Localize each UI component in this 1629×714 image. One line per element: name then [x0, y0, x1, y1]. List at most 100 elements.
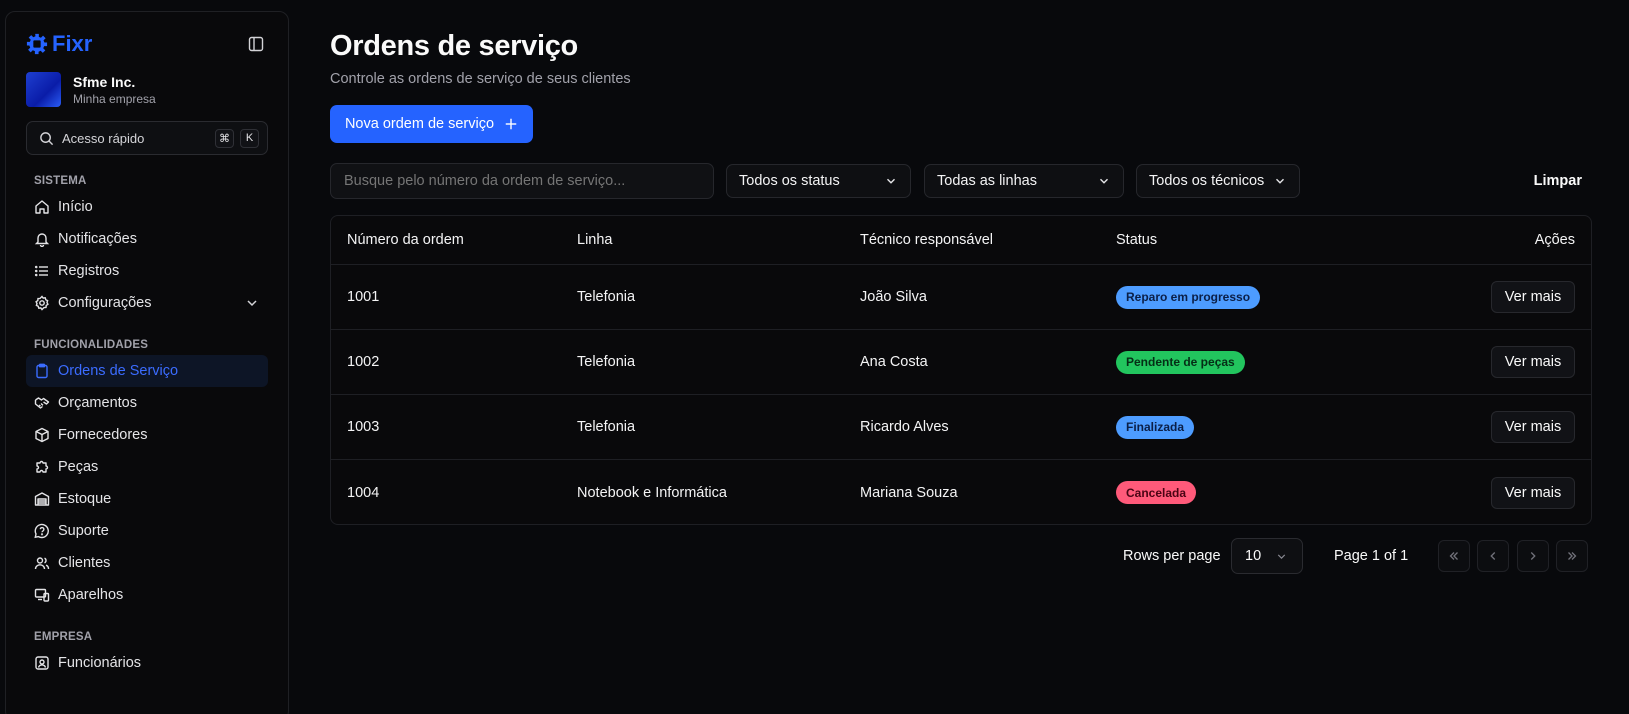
pagination: Rows per page 10 Page 1 of 1	[330, 538, 1592, 574]
brand-name: Fixr	[52, 31, 93, 56]
status-cell: Pendente de peças	[1116, 330, 1245, 394]
sidebar-item-configuracoes[interactable]: Configurações	[26, 287, 268, 319]
help-circle-icon	[34, 523, 49, 539]
shortcut-key-k: K	[240, 128, 259, 148]
column-header-technician[interactable]: Técnico responsável	[860, 216, 993, 264]
handshake-icon	[34, 397, 50, 409]
clear-filters-button[interactable]: Limpar	[1534, 163, 1582, 199]
previous-page-button[interactable]	[1477, 540, 1509, 572]
section-title-funcionalidades: Funcionalidades	[34, 339, 149, 351]
sidebar-item-fornecedores[interactable]: Fornecedores	[26, 419, 268, 451]
home-icon	[35, 200, 49, 214]
shortcut-key-cmd: ⌘	[215, 128, 234, 148]
view-more-button[interactable]: Ver mais	[1491, 476, 1575, 509]
sidebar-item-label: Estoque	[58, 491, 112, 507]
rows-per-page-select[interactable]: 10	[1231, 538, 1303, 574]
line-cell: Telefonia	[577, 419, 636, 435]
contact-icon	[35, 656, 49, 670]
company-avatar	[26, 72, 61, 107]
sidebar-item-label: Peças	[58, 459, 99, 475]
actions-cell: Ver mais	[1491, 265, 1575, 329]
orders-table: Número da ordem Linha Técnico responsáve…	[330, 215, 1592, 525]
page-indicator: Page 1 of 1	[1334, 548, 1409, 564]
sidebar-item-label: Início	[58, 199, 93, 215]
sidebar-item-notificacoes[interactable]: Notificações	[26, 223, 268, 255]
chevrons-right-icon	[1568, 552, 1577, 560]
quick-access-label: Acesso rápido	[62, 130, 145, 146]
sidebar-item-orcamentos[interactable]: Orçamentos	[26, 387, 268, 419]
table-row: 1001 Telefonia João Silva Reparo em progres…	[331, 265, 1591, 330]
column-header-line[interactable]: Linha	[577, 216, 612, 264]
users-icon	[34, 557, 50, 570]
order-number-cell: 1001	[347, 289, 380, 305]
sidebar-item-funcionarios[interactable]: Funcionários	[26, 647, 268, 679]
devices-icon	[34, 588, 50, 602]
sidebar-item-label: Orçamentos	[58, 395, 137, 411]
brand-logo[interactable]: Fixr	[26, 31, 92, 57]
line-cell: Telefonia	[577, 289, 636, 305]
filters-bar: Todos os status Todas as linhas Todos os…	[330, 163, 1592, 199]
puzzle-icon	[36, 460, 49, 473]
technician-filter-value: Todos os técnicos	[1149, 173, 1265, 189]
company-switcher[interactable]: Sfme Inc. Minha empresa	[26, 72, 268, 107]
chevron-down-icon	[887, 178, 895, 184]
sidebar-item-inicio[interactable]: Início	[26, 191, 268, 223]
column-header-actions: Ações	[1534, 232, 1575, 248]
status-filter-select[interactable]: Todos os status	[726, 164, 911, 198]
sidebar-item-label: Aparelhos	[58, 587, 124, 603]
sidebar-item-pecas[interactable]: Peças	[26, 451, 268, 483]
list-icon	[34, 265, 48, 277]
section-title-empresa: Empresa	[34, 631, 93, 643]
clipboard-icon	[36, 363, 48, 379]
order-number-cell: 1002	[347, 354, 380, 370]
gear-icon	[35, 295, 49, 311]
sidebar-item-registros[interactable]: Registros	[26, 255, 268, 287]
technician-cell: Mariana Souza	[860, 484, 958, 501]
plus-icon	[505, 118, 517, 130]
view-more-button[interactable]: Ver mais	[1491, 346, 1575, 378]
sidebar-item-label: Fornecedores	[58, 427, 148, 443]
status-badge: Cancelada	[1116, 481, 1197, 504]
line-filter-select[interactable]: Todas as linhas	[924, 164, 1124, 198]
sidebar-item-clientes[interactable]: Clientes	[26, 547, 268, 579]
actions-cell: Ver mais	[1491, 395, 1575, 459]
sidebar-item-estoque[interactable]: Estoque	[26, 483, 268, 515]
new-order-button[interactable]: Nova ordem de serviço	[330, 105, 533, 143]
last-page-button[interactable]	[1556, 540, 1588, 572]
sidebar-item-label: Funcionários	[58, 655, 142, 671]
bell-icon	[34, 233, 50, 247]
technician-filter-select[interactable]: Todos os técnicos	[1136, 164, 1300, 198]
status-cell: Reparo em progresso	[1116, 265, 1261, 329]
sidebar-item-suporte[interactable]: Suporte	[26, 515, 268, 547]
sidebar-toggle-button[interactable]	[246, 34, 266, 54]
sidebar-item-ordens-de-servico[interactable]: Ordens de Serviço	[26, 355, 268, 387]
column-header-number[interactable]: Número da ordem	[347, 216, 464, 264]
first-page-button[interactable]	[1438, 540, 1470, 572]
column-header-status[interactable]: Status	[1116, 216, 1157, 264]
view-more-button[interactable]: Ver mais	[1491, 281, 1575, 313]
table-row: 1003 Telefonia Ricardo Alves Finalizada Ver …	[331, 395, 1591, 460]
sidebar: Fixr Sfme Inc. Minha empresa Acesso rápi…	[5, 11, 289, 714]
quick-access-button[interactable]: Acesso rápido ⌘ K	[26, 121, 268, 155]
search-input[interactable]	[330, 163, 714, 199]
technician-cell: Ana Costa	[860, 354, 928, 370]
panel-left-icon	[248, 36, 264, 52]
table-row: 1004 Notebook e Informática Mariana Souza C…	[331, 460, 1591, 524]
sidebar-item-label: Clientes	[58, 555, 111, 571]
order-number-cell: 1004	[347, 484, 380, 501]
chevron-down-icon	[1100, 178, 1108, 184]
brand-row: Fixr	[26, 30, 268, 58]
new-order-label: Nova ordem de serviço	[344, 116, 495, 132]
line-cell: Notebook e Informática	[577, 484, 727, 501]
sidebar-item-label: Registros	[58, 263, 120, 279]
chevron-down-icon	[247, 300, 257, 307]
company-subtitle: Minha empresa	[73, 91, 156, 106]
view-more-button[interactable]: Ver mais	[1491, 411, 1575, 443]
technician-cell: Ricardo Alves	[860, 419, 949, 435]
next-page-button[interactable]	[1517, 540, 1549, 572]
sidebar-item-label: Configurações	[58, 295, 152, 311]
rows-per-page-label: Rows per page	[1123, 548, 1221, 564]
table-row: 1002 Telefonia Ana Costa Pendente de peças V…	[331, 330, 1591, 395]
warehouse-icon	[34, 492, 50, 506]
sidebar-item-aparelhos[interactable]: Aparelhos	[26, 579, 268, 611]
